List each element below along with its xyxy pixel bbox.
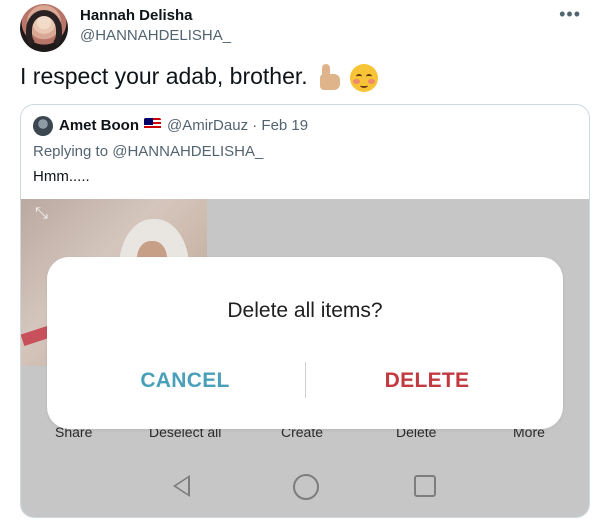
avatar-hijab-shape [26,10,62,50]
delete-confirm-dialog: Delete all items? CANCEL DELETE [47,257,563,429]
dialog-title: Delete all items? [227,299,383,322]
quoted-author-name: Amet Boon [59,117,139,134]
replying-to-mention: @HANNAHDELISHA_ [112,143,264,160]
back-triangle-icon [173,475,190,497]
quoted-author-avatar [33,116,53,136]
author-name[interactable]: Hannah Delisha [80,7,193,24]
android-navbar [21,469,589,517]
tweet-text: I respect your adab, brother. [20,63,308,89]
replying-to: Replying to @HANNAHDELISHA_ [33,143,263,160]
dialog-cancel-button: CANCEL [140,369,230,392]
smiling-blush-emoji-icon [350,63,379,92]
author-avatar[interactable] [20,4,68,52]
quoted-date: Feb 19 [261,117,309,134]
dialog-divider [305,362,306,398]
quoted-author-handle: @AmirDauz [167,117,249,134]
quoted-media-screenshot[interactable]: ⤡ Share Deselect all Create Delete More … [21,199,589,517]
tweet-text-row: I respect your adab, brother. [20,63,379,92]
replying-to-prefix: Replying to [33,143,113,160]
author-handle[interactable]: @HANNAHDELISHA_ [80,27,231,44]
expand-icon: ⤡ [35,205,48,222]
thumbs-up-emoji-icon [316,63,342,92]
malaysia-flag-icon [144,118,161,130]
quoted-tweet-text: Hmm..... [33,168,90,185]
quoted-tweet-card[interactable]: Amet Boon @AmirDauz · Feb 19 Replying to… [20,104,590,518]
recent-apps-square-icon [414,475,436,497]
more-options-icon[interactable]: ••• [559,4,581,25]
dialog-delete-button: DELETE [384,369,470,392]
quoted-meta: @AmirDauz · Feb 19 [167,117,308,134]
date-separator: · [248,117,262,134]
home-circle-icon [293,474,319,500]
